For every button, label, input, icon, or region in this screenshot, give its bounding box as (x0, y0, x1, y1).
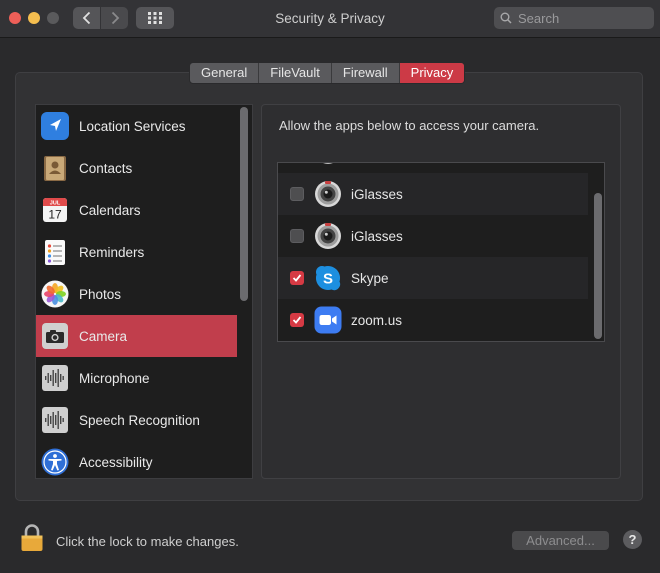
camera-icon (41, 322, 69, 350)
sidebar-item-speech-recognition[interactable]: Speech Recognition (36, 399, 237, 441)
contacts-book-icon (41, 154, 69, 182)
sidebar-item-accessibility[interactable]: Accessibility (36, 441, 237, 478)
svg-text:S: S (323, 271, 333, 288)
sidebar-scrollbar[interactable] (240, 107, 248, 301)
app-label: iGlasses (351, 228, 403, 244)
search-field[interactable] (494, 7, 654, 29)
privacy-category-list: Location Services Contacts JUL 17 Calend… (35, 104, 253, 479)
sidebar-item-label: Speech Recognition (79, 412, 200, 428)
sidebar-item-reminders[interactable]: Reminders (36, 231, 237, 273)
accessibility-icon (41, 448, 69, 476)
app-list: iGlasses iGlasses S Skype zoom.us (277, 162, 605, 342)
app-label: zoom.us (351, 312, 403, 328)
tab-general[interactable]: General (190, 63, 260, 83)
help-button[interactable]: ? (623, 530, 642, 549)
app-list-scrollbar[interactable] (594, 193, 602, 339)
webcam-icon (314, 222, 342, 250)
sidebar-item-camera[interactable]: Camera (36, 315, 237, 357)
sidebar-item-microphone[interactable]: Microphone (36, 357, 237, 399)
app-row-iglasses-1[interactable]: iGlasses (278, 173, 588, 215)
sidebar-item-label: Contacts (79, 160, 133, 176)
checkmark-icon (292, 316, 302, 324)
app-row-iglasses-2[interactable]: iGlasses (278, 215, 588, 257)
camera-access-prompt: Allow the apps below to access your came… (279, 118, 540, 133)
sidebar-item-label: Camera (79, 328, 128, 344)
list-item-partial (278, 163, 588, 173)
app-checkbox[interactable] (290, 271, 304, 285)
app-row-zoom[interactable]: zoom.us (278, 299, 588, 341)
search-input[interactable] (516, 9, 650, 27)
calendar-month-text: JUL (50, 201, 61, 207)
sidebar-item-label: Photos (79, 286, 122, 302)
app-checkbox[interactable] (290, 313, 304, 327)
checkmark-icon (292, 274, 302, 282)
skype-icon: S (314, 264, 342, 292)
sidebar-item-calendars[interactable]: JUL 17 Calendars (36, 189, 237, 231)
lock-icon[interactable] (20, 523, 44, 558)
app-checkbox[interactable] (290, 229, 304, 243)
tab-firewall[interactable]: Firewall (332, 63, 400, 83)
app-label: iGlasses (351, 186, 403, 202)
tab-privacy[interactable]: Privacy (399, 63, 465, 83)
tab-bar: General FileVault Firewall Privacy (189, 62, 466, 84)
reminders-list-icon (41, 238, 69, 266)
sidebar-item-label: Microphone (79, 370, 150, 386)
app-checkbox[interactable] (290, 187, 304, 201)
sidebar-item-label: Reminders (79, 244, 145, 260)
sidebar-item-label: Accessibility (79, 454, 153, 470)
tab-filevault[interactable]: FileVault (259, 63, 332, 83)
advanced-button[interactable]: Advanced... (512, 531, 609, 550)
waveform-icon (41, 406, 69, 434)
sidebar-item-photos[interactable]: Photos (36, 273, 237, 315)
lock-hint-text: Click the lock to make changes. (56, 534, 239, 549)
webcam-icon (314, 180, 342, 208)
search-icon (500, 12, 512, 24)
sidebar-item-contacts[interactable]: Contacts (36, 147, 237, 189)
calendar-icon: JUL 17 (41, 196, 69, 224)
sidebar-item-label: Calendars (79, 202, 141, 218)
calendar-day-text: 17 (48, 208, 62, 222)
app-label: Skype (351, 270, 389, 286)
sidebar-item-label: Location Services (79, 118, 186, 134)
app-row-skype[interactable]: S Skype (278, 257, 588, 299)
waveform-icon (41, 364, 69, 392)
sidebar-item-location-services[interactable]: Location Services (36, 105, 237, 147)
webcam-icon (314, 163, 342, 166)
location-arrow-icon (41, 112, 69, 140)
photos-flower-icon (41, 280, 69, 308)
zoom-video-icon (314, 306, 342, 334)
title-bar: Security & Privacy (0, 0, 660, 38)
